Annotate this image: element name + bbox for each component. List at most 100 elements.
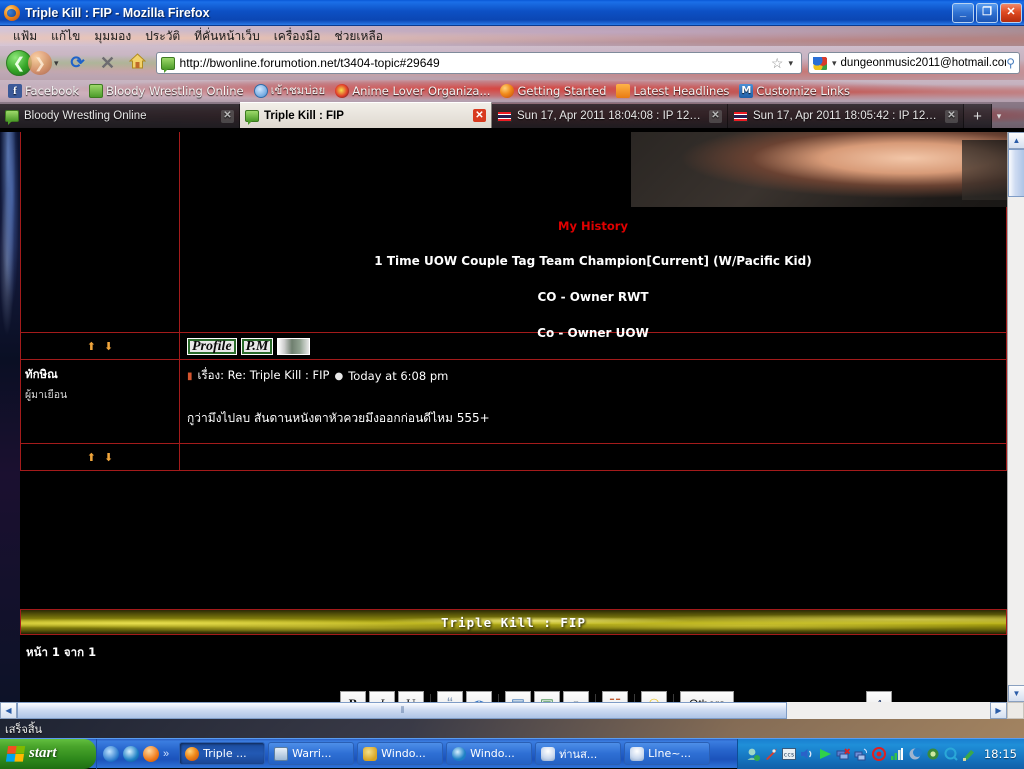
menu-item-file[interactable]: แฟ้ม <box>6 26 44 46</box>
start-button[interactable]: start <box>0 738 96 769</box>
menu-item-history[interactable]: ประวัติ <box>138 26 187 46</box>
rocket-icon[interactable] <box>764 747 778 761</box>
profile-button[interactable]: Profile <box>187 337 237 355</box>
taskbar-item-warri[interactable]: Warri... <box>268 742 355 765</box>
scroll-up-icon[interactable]: ⬆ <box>87 451 96 464</box>
bookmark-facebook[interactable]: f Facebook <box>4 84 83 98</box>
bookmark-bloody-wrestling-online[interactable]: Bloody Wrestling Online <box>85 84 248 98</box>
italic-button[interactable]: I <box>369 691 395 702</box>
bookmark-label: Bloody Wrestling Online <box>106 84 244 98</box>
horizontal-scrollbar[interactable]: ◀ ⦀ ▶ <box>0 702 1007 719</box>
reload-button[interactable]: ⟳ <box>65 50 91 76</box>
tab-close-icon[interactable]: ✕ <box>945 109 958 123</box>
underline-button[interactable]: U <box>398 691 424 702</box>
taskbar-item-firefox[interactable]: Triple ... <box>179 742 266 765</box>
shield-icon[interactable] <box>926 747 940 761</box>
tab-triple-kill-fip[interactable]: Triple Kill : FIP ✕ <box>240 102 492 128</box>
signal-bars-icon[interactable] <box>890 747 904 761</box>
menu-item-tools[interactable]: เครื่องมือ <box>267 26 328 46</box>
tab-bloody-wrestling-online[interactable]: Bloody Wrestling Online ✕ <box>0 104 240 128</box>
scroll-down-button[interactable]: ▼ <box>1008 685 1024 702</box>
taskbar-item-windo-2[interactable]: Windo... <box>446 742 533 765</box>
play-icon[interactable] <box>818 747 832 761</box>
home-button[interactable] <box>125 50 151 76</box>
forward-button[interactable]: ❯ <box>28 51 52 75</box>
menu-item-help[interactable]: ช่วยเหลือ <box>327 26 390 46</box>
tab-ip-log-1805[interactable]: Sun 17, Apr 2011 18:05:42 : IP 124.1... … <box>728 104 964 128</box>
search-engine-icon[interactable] <box>813 56 827 70</box>
network-activity-icon[interactable] <box>854 747 868 761</box>
tab-close-icon[interactable]: ✕ <box>709 109 722 123</box>
url-bar[interactable]: http://bwonline.forumotion.net/t3404-top… <box>155 52 802 74</box>
list-all-tabs-icon[interactable]: ▾ <box>992 104 1006 128</box>
new-tab-button[interactable]: + <box>964 104 992 128</box>
taskbar: start » Triple ... Warri... Windo... Win… <box>0 738 1024 769</box>
maximize-button[interactable]: ❐ <box>976 2 998 23</box>
pm-button[interactable]: P.M <box>240 337 274 355</box>
search-icon[interactable]: ⚲ <box>1006 56 1015 70</box>
volume-icon[interactable] <box>800 747 814 761</box>
smiley-button[interactable]: ☺ <box>641 691 667 702</box>
taskbar-item-thai-window[interactable]: ท่านส... <box>535 742 622 765</box>
horizontal-scrollbar-thumb[interactable]: ⦀ <box>17 702 787 719</box>
topic-banner: Triple Kill : FIP <box>20 609 1007 635</box>
font-style-button[interactable]: A <box>866 691 892 702</box>
network-disconnected-icon[interactable] <box>836 747 850 761</box>
scroll-right-button[interactable]: ▶ <box>990 702 1007 719</box>
internet-explorer-icon[interactable] <box>103 745 119 762</box>
tab-close-icon[interactable]: ✕ <box>221 109 234 123</box>
stop-button[interactable]: ✕ <box>95 50 121 76</box>
status-text: เสร็จสิ้น <box>5 722 43 736</box>
bookmark-star-icon[interactable]: ☆ <box>771 55 784 72</box>
search-box[interactable]: ▾ dungeonmusic2011@hotmail.com ⚲ <box>808 52 1020 74</box>
bookmark-most-visited[interactable]: เข้าชมบ่อย <box>250 82 330 100</box>
close-button[interactable]: ✕ <box>1000 2 1022 23</box>
scroll-down-icon[interactable]: ⬇ <box>104 340 113 353</box>
moon-icon[interactable] <box>908 747 922 761</box>
vertical-scrollbar-thumb[interactable] <box>1008 149 1024 197</box>
app-icon[interactable] <box>143 745 159 762</box>
post-table: My History 1 Time UOW Couple Tag Team Ch… <box>20 132 1007 471</box>
bookmark-getting-started[interactable]: Getting Started <box>496 84 610 98</box>
bookmark-latest-headlines[interactable]: Latest Headlines <box>612 84 733 98</box>
taskbar-item-windo-1[interactable]: Windo... <box>357 742 444 765</box>
scroll-down-icon[interactable]: ⬇ <box>104 451 113 464</box>
bookmark-customize-links[interactable]: M Customize Links <box>735 84 854 98</box>
bookmark-anime-lover[interactable]: Anime Lover Organiza... <box>331 84 494 98</box>
antivirus-icon[interactable] <box>871 746 886 761</box>
search-desktop-icon[interactable] <box>944 747 958 761</box>
code-button[interactable]: <> <box>466 691 492 702</box>
tab-close-icon[interactable]: ✕ <box>473 109 486 122</box>
menu-item-bookmarks[interactable]: ที่คั่นหน้าเว็บ <box>187 26 266 46</box>
others-button[interactable]: Others <box>680 691 735 702</box>
menu-item-view[interactable]: มุมมอง <box>87 26 138 46</box>
taskbar-clock[interactable]: 18:15 <box>984 747 1017 761</box>
scroll-up-button[interactable]: ▲ <box>1008 132 1024 149</box>
image-button[interactable]: ▣ <box>534 691 560 702</box>
quote-button[interactable]: “ <box>437 691 463 702</box>
url-dropdown-icon[interactable]: ▾ <box>788 58 793 69</box>
scroll-left-button[interactable]: ◀ <box>0 702 17 719</box>
taskbar-item-line[interactable]: LIne~... <box>624 742 711 765</box>
search-input[interactable]: dungeonmusic2011@hotmail.com <box>841 57 1007 69</box>
chevron-down-icon[interactable]: ▾ <box>54 58 59 69</box>
vertical-scrollbar[interactable]: ▲ ▼ <box>1007 132 1024 702</box>
media-player-icon[interactable] <box>123 745 139 762</box>
menu-item-edit[interactable]: แก้ไข <box>44 26 87 46</box>
messenger-icon[interactable] <box>746 747 760 761</box>
ccs-icon[interactable]: ccs <box>781 747 796 761</box>
custom-button-image[interactable] <box>277 337 311 355</box>
toolbar-separator <box>634 694 635 702</box>
chevron-right-icon[interactable]: » <box>163 748 169 760</box>
bubble-icon <box>245 109 259 125</box>
search-engine-dropdown-icon[interactable]: ▾ <box>832 58 837 69</box>
thai-flag-icon <box>497 110 512 122</box>
scroll-up-icon[interactable]: ⬆ <box>87 340 96 353</box>
save-button[interactable]: ▤ <box>505 691 531 702</box>
link-button[interactable]: ⚭ <box>563 691 589 702</box>
minimize-button[interactable]: _ <box>952 2 974 23</box>
color-palette-button[interactable]: ☷ <box>602 691 628 702</box>
bold-button[interactable]: B <box>340 691 366 702</box>
paint-icon[interactable] <box>962 747 976 761</box>
tab-ip-log-1804[interactable]: Sun 17, Apr 2011 18:04:08 : IP 124.1... … <box>492 104 728 128</box>
